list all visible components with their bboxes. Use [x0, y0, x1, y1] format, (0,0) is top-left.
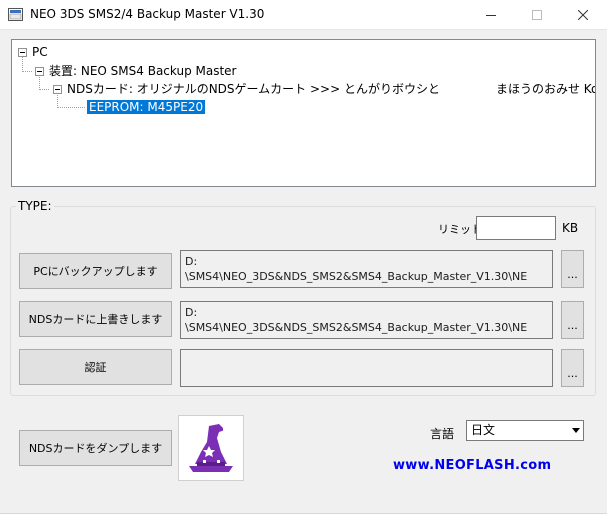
- backup-to-pc-button[interactable]: PCにバックアップします: [19, 253, 172, 289]
- window-title: NEO 3DS SMS2/4 Backup Master V1.30: [30, 7, 265, 21]
- language-selected-value: 日文: [471, 423, 496, 437]
- collapse-toggle-icon[interactable]: [18, 48, 27, 57]
- tree-connector: [57, 107, 85, 108]
- chevron-down-icon: [572, 428, 580, 433]
- tree-item-label: 装置: NEO SMS4 Backup Master: [49, 64, 237, 78]
- language-select[interactable]: 日文: [466, 420, 584, 441]
- kb-label: KB: [562, 221, 579, 235]
- maximize-button[interactable]: [514, 0, 560, 30]
- path-line: D:: [185, 255, 198, 268]
- app-icon: [8, 8, 23, 21]
- browse-backup-button[interactable]: ...: [561, 250, 584, 288]
- tree-item-device[interactable]: 装置: NEO SMS4 Backup Master: [35, 63, 237, 79]
- maximize-icon: [532, 10, 542, 20]
- path-line: \SMS4\NEO_3DS&NDS_SMS2&SMS4_Backup_Maste…: [185, 270, 528, 283]
- type-group-label: TYPE:: [16, 199, 54, 213]
- tree-item-label: PC: [32, 45, 48, 59]
- website-link[interactable]: www.NEOFLASH.com: [393, 458, 551, 473]
- write-path-field[interactable]: D: \SMS4\NEO_3DS&NDS_SMS2&SMS4_Backup_Ma…: [180, 301, 553, 339]
- wizard-hat-icon: [178, 415, 244, 481]
- backup-path-field[interactable]: D: \SMS4\NEO_3DS&NDS_SMS2&SMS4_Backup_Ma…: [180, 250, 553, 288]
- authenticate-button[interactable]: 認証: [19, 349, 172, 385]
- collapse-toggle-icon[interactable]: [35, 67, 44, 76]
- auth-path-field[interactable]: [180, 349, 553, 387]
- device-tree[interactable]: PC 装置: NEO SMS4 Backup Master NDSカード: オリ…: [11, 39, 596, 187]
- tree-item-eeprom[interactable]: EEPROM: M45PE20: [87, 99, 206, 115]
- browse-write-button[interactable]: ...: [561, 301, 584, 339]
- limit-input[interactable]: [476, 216, 556, 240]
- tree-connector: [39, 89, 49, 90]
- wizard-hat-graphic: [189, 424, 233, 472]
- close-button[interactable]: [560, 0, 606, 30]
- path-line: \SMS4\NEO_3DS&NDS_SMS2&SMS4_Backup_Maste…: [185, 321, 528, 334]
- tree-item-label: NDSカード: オリジナルのNDSゲームカート >>> とんがりボウシと: [67, 82, 440, 96]
- dump-card-button[interactable]: NDSカードをダンプします: [19, 430, 172, 466]
- collapse-toggle-icon[interactable]: [53, 85, 62, 94]
- language-label: 言語: [430, 427, 455, 441]
- minimize-icon: [486, 15, 496, 16]
- tree-connector: [22, 71, 32, 72]
- window-bottom-edge: [0, 513, 607, 523]
- close-icon: [578, 10, 588, 20]
- tree-item-nds-card[interactable]: NDSカード: オリジナルのNDSゲームカート >>> とんがりボウシと まほうの…: [53, 81, 595, 97]
- path-line: D:: [185, 306, 198, 319]
- tree-item-pc[interactable]: PC: [18, 44, 48, 60]
- minimize-button[interactable]: [468, 0, 514, 30]
- tree-item-label-selected: EEPROM: M45PE20: [87, 100, 206, 114]
- write-to-card-button[interactable]: NDSカードに上書きします: [19, 301, 172, 337]
- browse-auth-button[interactable]: ...: [561, 349, 584, 387]
- title-bar: NEO 3DS SMS2/4 Backup Master V1.30: [0, 0, 607, 30]
- tree-item-label-suffix: まほうのおみせ Konami Digital E: [495, 82, 595, 96]
